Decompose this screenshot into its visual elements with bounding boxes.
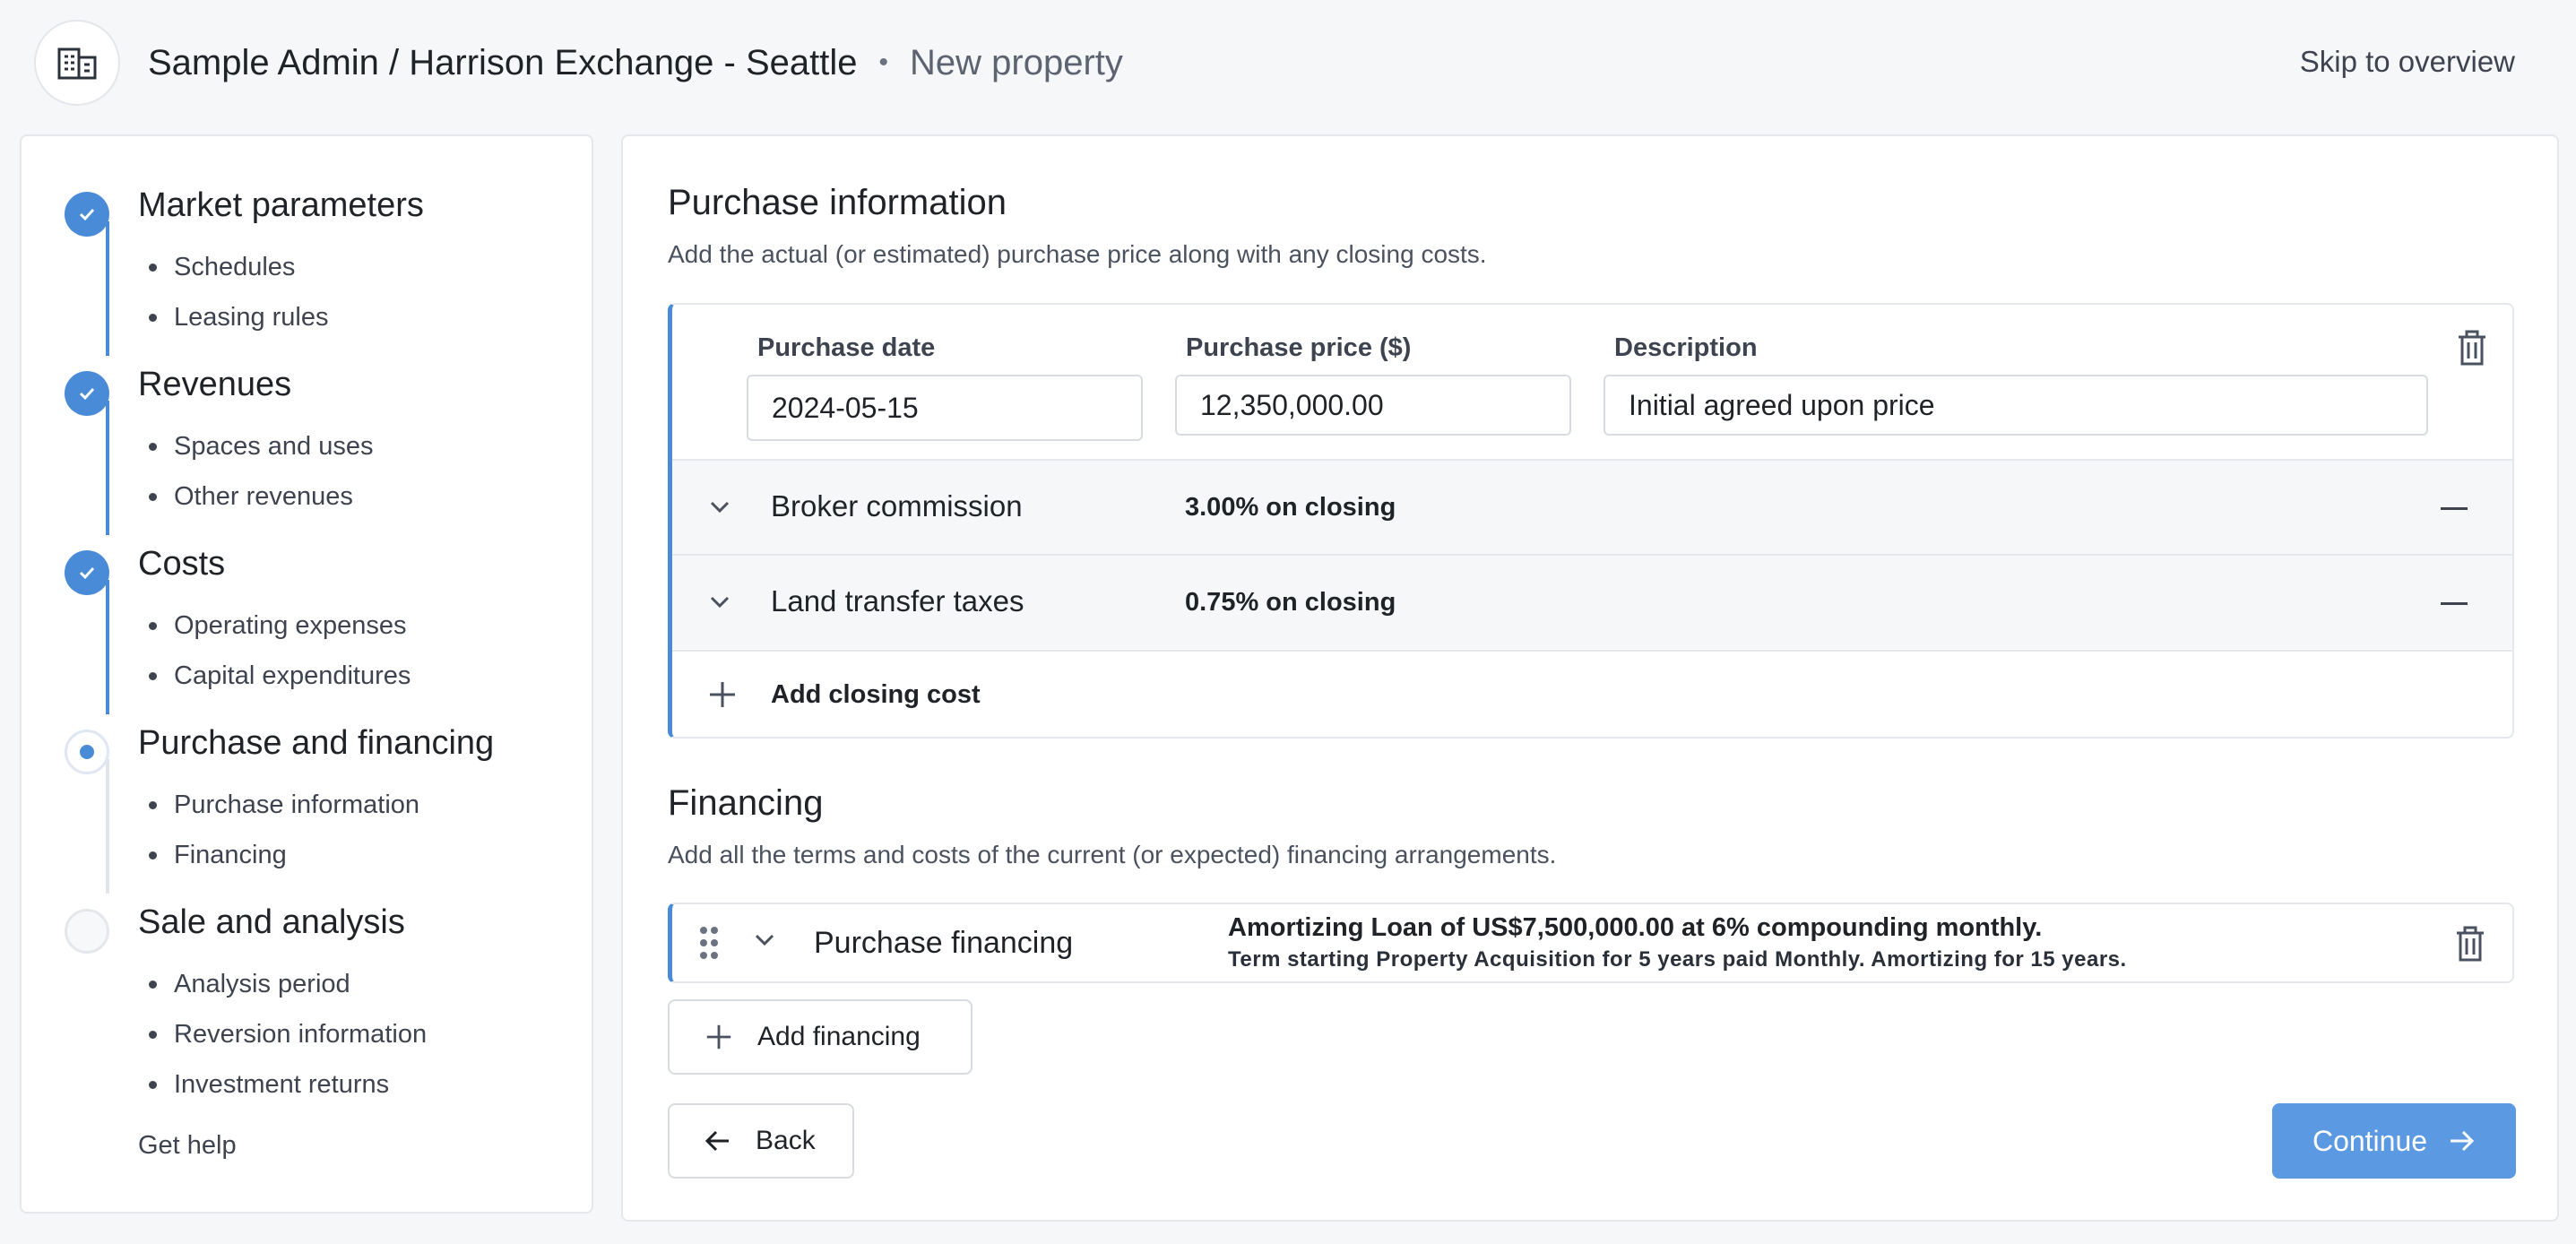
step-title: Sale and analysis (138, 903, 405, 941)
drag-handle-icon[interactable] (699, 926, 719, 964)
back-label: Back (756, 1126, 816, 1155)
purchase-date-label: Purchase date (757, 333, 936, 362)
purchase-section-description: Add the actual (or estimated) purchase p… (668, 240, 1487, 268)
remove-icon[interactable] (2441, 507, 2468, 510)
financing-name: Purchase financing (814, 926, 1074, 960)
step-subitem[interactable]: Operating expenses (148, 600, 411, 651)
breadcrumb-path[interactable]: Sample Admin / Harrison Exchange - Seatt… (148, 43, 858, 83)
building-icon (34, 20, 120, 106)
closing-cost-name: Broker commission (771, 489, 1023, 523)
closing-cost-value: 3.00% on closing (1185, 493, 1396, 522)
progress-rail (106, 759, 109, 894)
step-title: Revenues (138, 366, 292, 403)
progress-rail (106, 580, 109, 714)
financing-item[interactable]: Purchase financing Amortizing Loan of US… (668, 903, 2514, 983)
purchase-card: Purchase date 2024-05-15 Purchase price … (668, 303, 2514, 739)
step-subitem[interactable]: Financing (148, 830, 419, 880)
continue-button[interactable]: Continue (2272, 1103, 2516, 1179)
purchase-date-input[interactable]: 2024-05-15 (747, 375, 1143, 441)
current-step-icon (65, 730, 109, 774)
step-subitem[interactable]: Purchase information (148, 780, 419, 830)
page-header: Sample Admin / Harrison Exchange - Seatt… (0, 0, 2576, 125)
closing-cost-row[interactable]: Land transfer taxes 0.75% on closing (672, 554, 2512, 649)
step-subitem[interactable]: Leasing rules (149, 292, 329, 342)
step-subitem[interactable]: Spaces and uses (148, 421, 373, 471)
closing-cost-row[interactable]: Broker commission 3.00% on closing (672, 459, 2512, 554)
trash-icon[interactable] (2455, 926, 2485, 966)
step-subitem[interactable]: Reversion information (148, 1009, 427, 1059)
financing-section-title: Financing (668, 783, 824, 823)
step-subitem[interactable]: Schedules (149, 242, 329, 292)
financing-detail: Term starting Property Acquisition for 5… (1228, 947, 2127, 972)
get-help-link[interactable]: Get help (138, 1131, 237, 1161)
chevron-down-icon[interactable] (706, 588, 733, 619)
add-financing-label: Add financing (757, 1022, 921, 1051)
arrow-left-icon (704, 1127, 732, 1154)
step-subitem[interactable]: Other revenues (148, 471, 373, 522)
plus-icon (704, 1022, 734, 1052)
closing-cost-name: Land transfer taxes (771, 584, 1024, 618)
check-icon (65, 550, 109, 595)
step-subitem[interactable]: Analysis period (148, 959, 427, 1009)
step-title: Purchase and financing (138, 724, 495, 762)
back-button[interactable]: Back (668, 1103, 854, 1179)
remove-icon[interactable] (2441, 602, 2468, 605)
progress-rail (106, 401, 109, 535)
breadcrumb-separator: • (878, 48, 889, 77)
chevron-down-icon[interactable] (751, 926, 778, 957)
step-sidebar: Market parameters Schedules Leasing rule… (20, 134, 593, 1214)
step-subitem[interactable]: Capital expenditures (148, 651, 411, 701)
pending-step-icon (65, 909, 109, 954)
check-icon (65, 371, 109, 416)
plus-icon (706, 678, 739, 715)
step-subitem[interactable]: Investment returns (148, 1059, 427, 1110)
chevron-down-icon[interactable] (706, 493, 733, 524)
main-panel: Purchase information Add the actual (or … (621, 134, 2559, 1222)
trash-icon[interactable] (2457, 330, 2487, 370)
progress-rail (106, 221, 109, 356)
arrow-right-icon (2447, 1127, 2476, 1154)
step-title: Costs (138, 545, 226, 583)
closing-cost-value: 0.75% on closing (1185, 588, 1396, 617)
continue-label: Continue (2312, 1124, 2428, 1157)
description-input[interactable]: Initial agreed upon price (1604, 375, 2428, 436)
purchase-price-input[interactable]: 12,350,000.00 (1175, 375, 1571, 436)
page-title: New property (910, 42, 1123, 82)
description-label: Description (1614, 333, 1758, 362)
financing-summary: Amortizing Loan of US$7,500,000.00 at 6%… (1228, 913, 2043, 942)
add-closing-cost-label: Add closing cost (771, 680, 981, 709)
purchase-section-title: Purchase information (668, 183, 1007, 222)
financing-section-description: Add all the terms and costs of the curre… (668, 841, 1557, 868)
purchase-price-label: Purchase price ($) (1186, 333, 1412, 362)
add-closing-cost-button[interactable]: Add closing cost (672, 650, 2512, 737)
add-financing-button[interactable]: Add financing (668, 999, 972, 1075)
skip-to-overview-link[interactable]: Skip to overview (2300, 45, 2515, 79)
breadcrumb: Sample Admin / Harrison Exchange - Seatt… (148, 39, 1123, 86)
check-icon (65, 192, 109, 237)
step-title: Market parameters (138, 186, 424, 224)
